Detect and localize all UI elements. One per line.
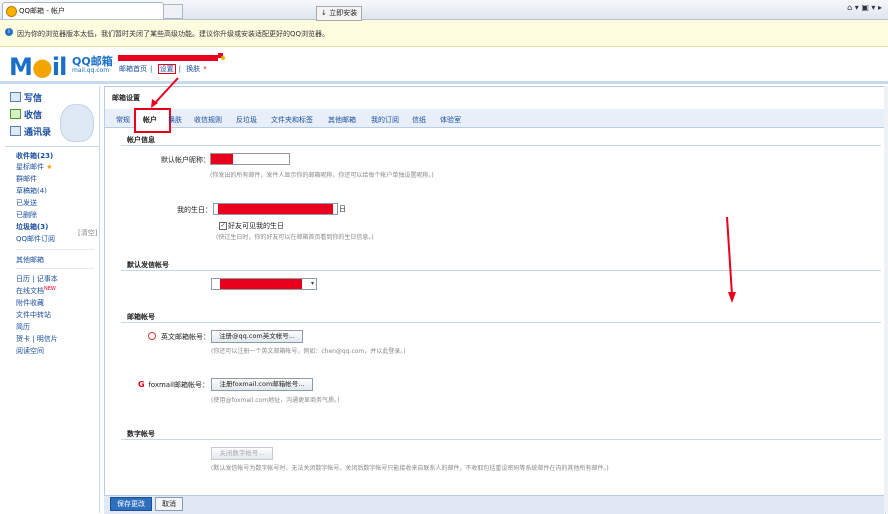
annotation-arrow-down — [726, 216, 733, 296]
annotation-arrow-settings — [154, 77, 179, 104]
annotation-arrows — [151, 77, 736, 303]
annotation-arrowhead — [728, 292, 736, 303]
